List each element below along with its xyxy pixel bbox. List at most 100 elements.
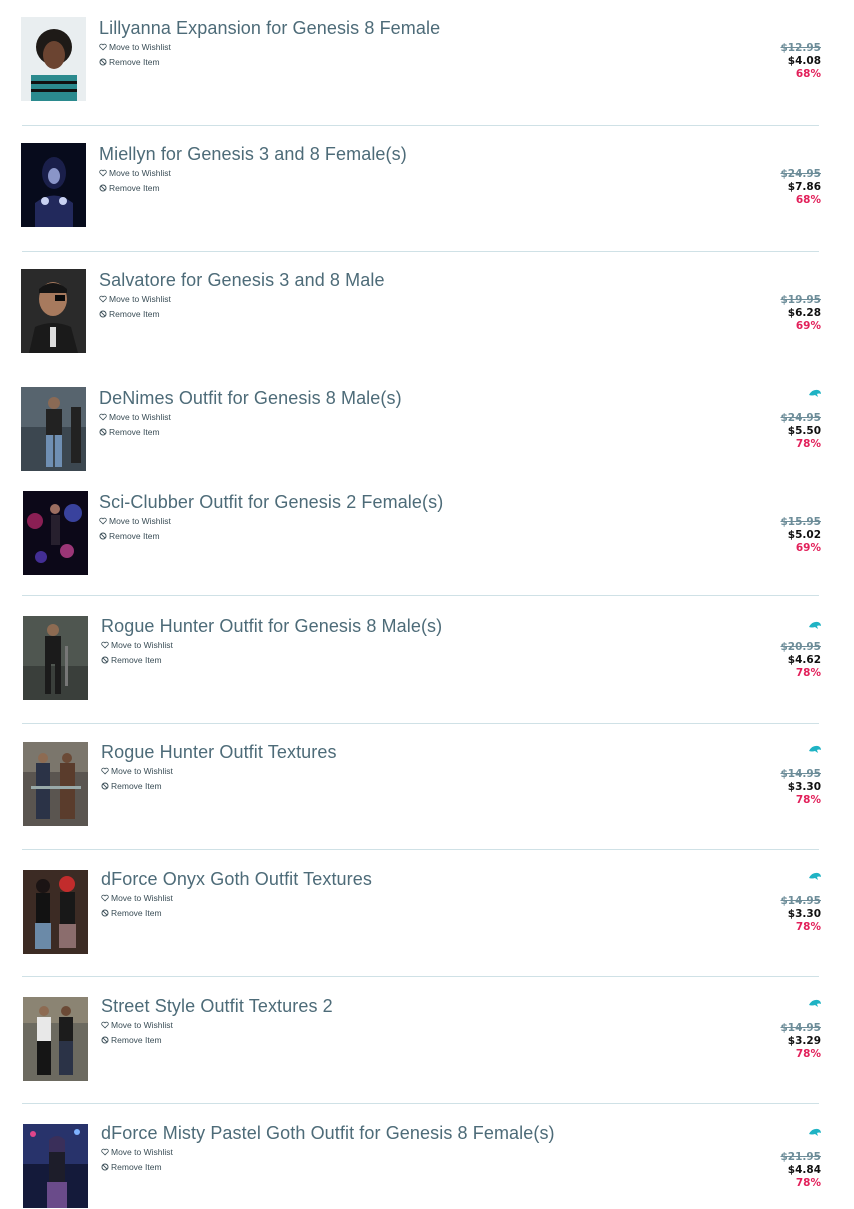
heart-outline-icon — [101, 1021, 109, 1029]
price-block: $21.95 $4.84 78% — [780, 1151, 821, 1190]
remove-item-link[interactable]: Remove Item — [99, 309, 160, 319]
move-to-wishlist-link[interactable]: Move to Wishlist — [99, 516, 171, 526]
sale-price: $7.86 — [787, 181, 821, 193]
remove-label: Remove Item — [109, 309, 160, 319]
remove-item-link[interactable]: Remove Item — [101, 781, 162, 791]
remove-item-link[interactable]: Remove Item — [99, 57, 160, 67]
product-title[interactable]: Rogue Hunter Outfit Textures — [101, 742, 337, 763]
cart-item: Rogue Hunter Outfit Textures Move to Wis… — [0, 724, 854, 850]
price-block: $19.95 $6.28 69% — [780, 294, 821, 333]
product-thumbnail[interactable] — [23, 870, 88, 954]
move-to-wishlist-link[interactable]: Move to Wishlist — [99, 294, 171, 304]
move-to-wishlist-link[interactable]: Move to Wishlist — [101, 1020, 173, 1030]
original-price: $20.95 — [780, 641, 821, 653]
remove-item-link[interactable]: Remove Item — [101, 1162, 162, 1172]
cart-item: Lillyanna Expansion for Genesis 8 Female… — [0, 0, 854, 126]
move-to-wishlist-link[interactable]: Move to Wishlist — [99, 412, 171, 422]
product-title[interactable]: Sci-Clubber Outfit for Genesis 2 Female(… — [99, 492, 443, 513]
move-to-wishlist-link[interactable]: Move to Wishlist — [101, 893, 173, 903]
discount-percent: 78% — [795, 1177, 821, 1189]
remove-label: Remove Item — [111, 1162, 162, 1172]
heart-outline-icon — [99, 43, 107, 51]
move-to-wishlist-link[interactable]: Move to Wishlist — [99, 168, 171, 178]
discount-percent: 78% — [795, 667, 821, 679]
cart-item: Miellyn for Genesis 3 and 8 Female(s) Mo… — [0, 126, 854, 252]
move-to-wishlist-link[interactable]: Move to Wishlist — [99, 42, 171, 52]
prohibit-icon — [99, 310, 107, 318]
original-price: $19.95 — [780, 294, 821, 306]
cart-item: Rogue Hunter Outfit for Genesis 8 Male(s… — [0, 598, 854, 724]
original-price: $12.95 — [780, 42, 821, 54]
product-thumbnail[interactable] — [23, 1124, 88, 1208]
remove-item-link[interactable]: Remove Item — [101, 655, 162, 665]
prohibit-icon — [99, 428, 107, 436]
product-thumbnail[interactable] — [23, 616, 88, 700]
product-title[interactable]: dForce Onyx Goth Outfit Textures — [101, 869, 372, 890]
remove-item-link[interactable]: Remove Item — [99, 427, 160, 437]
sale-price: $4.08 — [787, 55, 821, 67]
sale-price: $4.62 — [787, 654, 821, 666]
product-title[interactable]: Lillyanna Expansion for Genesis 8 Female — [99, 18, 440, 39]
wishlist-label: Move to Wishlist — [111, 893, 173, 903]
sale-price: $5.50 — [787, 425, 821, 437]
price-block: $14.95 $3.30 78% — [780, 895, 821, 934]
remove-item-link[interactable]: Remove Item — [99, 183, 160, 193]
heart-outline-icon — [99, 295, 107, 303]
cart-item: Street Style Outfit Textures 2 Move to W… — [0, 978, 854, 1104]
price-block: $24.95 $7.86 68% — [780, 168, 821, 207]
product-title[interactable]: DeNimes Outfit for Genesis 8 Male(s) — [99, 388, 402, 409]
product-title[interactable]: dForce Misty Pastel Goth Outfit for Gene… — [101, 1123, 555, 1144]
sale-price: $4.84 — [787, 1164, 821, 1176]
divider — [22, 595, 819, 596]
dolphin-badge-icon — [809, 872, 821, 880]
product-title[interactable]: Miellyn for Genesis 3 and 8 Female(s) — [99, 144, 407, 165]
product-title[interactable]: Street Style Outfit Textures 2 — [101, 996, 333, 1017]
wishlist-label: Move to Wishlist — [109, 516, 171, 526]
wishlist-label: Move to Wishlist — [109, 294, 171, 304]
product-title[interactable]: Rogue Hunter Outfit for Genesis 8 Male(s… — [101, 616, 442, 637]
wishlist-label: Move to Wishlist — [109, 412, 171, 422]
discount-percent: 78% — [795, 438, 821, 450]
dolphin-badge-icon — [809, 745, 821, 753]
divider — [22, 1103, 819, 1104]
cart-item: Sci-Clubber Outfit for Genesis 2 Female(… — [0, 474, 854, 600]
product-thumbnail[interactable] — [21, 143, 86, 227]
remove-label: Remove Item — [111, 655, 162, 665]
product-thumbnail[interactable] — [23, 742, 88, 826]
divider — [22, 976, 819, 977]
heart-outline-icon — [99, 517, 107, 525]
prohibit-icon — [101, 1036, 109, 1044]
dolphin-badge-icon — [809, 621, 821, 629]
wishlist-label: Move to Wishlist — [111, 1147, 173, 1157]
move-to-wishlist-link[interactable]: Move to Wishlist — [101, 1147, 173, 1157]
discount-percent: 78% — [795, 794, 821, 806]
original-price: $24.95 — [780, 168, 821, 180]
price-block: $20.95 $4.62 78% — [780, 641, 821, 680]
product-thumbnail[interactable] — [21, 17, 86, 101]
wishlist-label: Move to Wishlist — [111, 766, 173, 776]
prohibit-icon — [99, 532, 107, 540]
cart-item: dForce Misty Pastel Goth Outfit for Gene… — [0, 1105, 854, 1209]
move-to-wishlist-link[interactable]: Move to Wishlist — [101, 640, 173, 650]
cart-item: Salvatore for Genesis 3 and 8 Male Move … — [0, 252, 854, 378]
wishlist-label: Move to Wishlist — [111, 640, 173, 650]
divider — [22, 849, 819, 850]
prohibit-icon — [101, 656, 109, 664]
remove-item-link[interactable]: Remove Item — [101, 908, 162, 918]
product-thumbnail[interactable] — [23, 997, 88, 1081]
wishlist-label: Move to Wishlist — [111, 1020, 173, 1030]
prohibit-icon — [99, 184, 107, 192]
heart-outline-icon — [99, 169, 107, 177]
remove-label: Remove Item — [109, 531, 160, 541]
product-thumbnail[interactable] — [21, 269, 86, 353]
product-thumbnail[interactable] — [23, 491, 88, 575]
prohibit-icon — [101, 1163, 109, 1171]
remove-item-link[interactable]: Remove Item — [101, 1035, 162, 1045]
remove-item-link[interactable]: Remove Item — [99, 531, 160, 541]
original-price: $24.95 — [780, 412, 821, 424]
product-thumbnail[interactable] — [21, 387, 86, 471]
product-title[interactable]: Salvatore for Genesis 3 and 8 Male — [99, 270, 385, 291]
price-block: $14.95 $3.29 78% — [780, 1022, 821, 1061]
move-to-wishlist-link[interactable]: Move to Wishlist — [101, 766, 173, 776]
cart-item: dForce Onyx Goth Outfit Textures Move to… — [0, 851, 854, 977]
